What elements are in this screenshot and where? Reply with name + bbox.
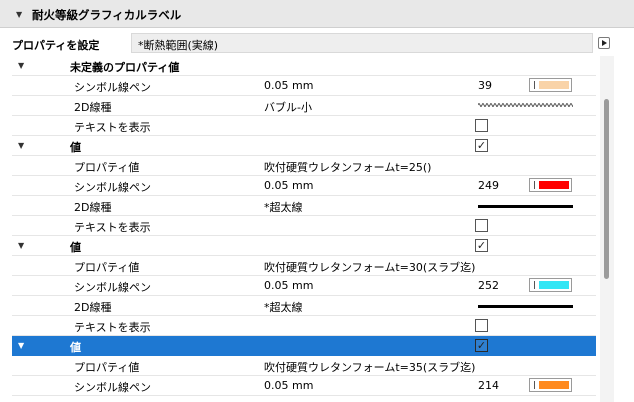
line-type-preview-bubble (478, 103, 573, 107)
row-label: テキストを表示 (74, 221, 151, 234)
pen-number[interactable]: 252 (478, 279, 499, 292)
row-label: プロパティ値 (74, 361, 140, 374)
expand-triangle-icon[interactable]: ▼ (18, 341, 24, 350)
row-label: シンボル線ペン (74, 181, 151, 194)
property-setting-field[interactable]: *断熱範囲(実線) (131, 33, 593, 53)
list-row-check[interactable]: テキストを表示 (12, 116, 596, 136)
list-row-group[interactable]: ▼ 値 ✓ (12, 136, 596, 156)
list-row-group[interactable]: ▼ 値 ✓ (12, 336, 596, 356)
line-type-preview-solid (478, 205, 573, 208)
row-label: シンボル線ペン (74, 381, 151, 394)
swatch-tick (534, 281, 535, 289)
row-label: プロパティ値 (74, 161, 140, 174)
row-label: 2D線種 (74, 201, 112, 214)
line-type-preview-solid (478, 305, 573, 308)
pen-color-swatch[interactable] (529, 278, 572, 292)
list-row-line[interactable]: 2D線種 *超太線 (12, 296, 596, 316)
property-setting-row: プロパティを設定 *断熱範囲(実線) (0, 33, 634, 55)
swatch-fill (539, 181, 569, 189)
vertical-scrollbar[interactable] (600, 56, 614, 402)
list-row-group[interactable]: ▼ 値 ✓ (12, 236, 596, 256)
row-value[interactable]: 0.05 mm (264, 279, 313, 292)
pen-number[interactable]: 249 (478, 179, 499, 192)
list-row-check[interactable]: テキストを表示 (12, 316, 596, 336)
expand-arrow-button[interactable] (598, 37, 610, 49)
group-checkbox[interactable]: ✓ (475, 139, 488, 152)
panel-header[interactable]: ▼ 耐火等級グラフィカルラベル (0, 0, 634, 28)
pen-color-swatch[interactable] (529, 378, 572, 392)
row-value[interactable]: バブル-小 (264, 99, 312, 115)
row-label: シンボル線ペン (74, 81, 151, 94)
list-row-text[interactable]: プロパティ値 吹付硬質ウレタンフォームt=35(スラブ迄) (12, 356, 596, 376)
swatch-fill (539, 381, 569, 389)
pen-color-swatch[interactable] (529, 178, 572, 192)
group-label: 値 (70, 141, 81, 154)
row-value[interactable]: *超太線 (264, 299, 303, 315)
pen-color-swatch[interactable] (529, 78, 572, 92)
row-label: シンボル線ペン (74, 281, 151, 294)
group-checkbox[interactable]: ✓ (475, 239, 488, 252)
expand-triangle-icon[interactable]: ▼ (18, 241, 24, 250)
property-list: ▼ 未定義のプロパティ値シンボル線ペン 0.05 mm 39 2D線種 バブル-小テキスト… (12, 56, 596, 402)
row-label: テキストを表示 (74, 121, 151, 134)
list-row-pen[interactable]: シンボル線ペン 0.05 mm 39 (12, 76, 596, 96)
list-row-pen[interactable]: シンボル線ペン 0.05 mm 249 (12, 176, 596, 196)
property-setting-label: プロパティを設定 (12, 39, 100, 52)
list-row-pen[interactable]: シンボル線ペン 0.05 mm 214 (12, 376, 596, 396)
collapse-triangle-icon[interactable]: ▼ (16, 10, 22, 19)
group-label: 値 (70, 241, 81, 254)
pen-number[interactable]: 214 (478, 379, 499, 392)
row-label: プロパティ値 (74, 261, 140, 274)
swatch-tick (534, 181, 535, 189)
expand-triangle-icon[interactable]: ▼ (18, 61, 24, 70)
list-row-pen[interactable]: シンボル線ペン 0.05 mm 252 (12, 276, 596, 296)
expand-triangle-icon[interactable]: ▼ (18, 141, 24, 150)
show-text-checkbox[interactable] (475, 219, 488, 232)
row-value[interactable]: 0.05 mm (264, 379, 313, 392)
row-label: 2D線種 (74, 301, 112, 314)
swatch-tick (534, 381, 535, 389)
group-checkbox[interactable]: ✓ (475, 339, 488, 352)
row-value[interactable]: 0.05 mm (264, 179, 313, 192)
row-value[interactable]: 吹付硬質ウレタンフォームt=35(スラブ迄) (264, 359, 475, 375)
swatch-tick (534, 81, 535, 89)
list-row-line[interactable]: 2D線種 バブル-小 (12, 96, 596, 116)
row-label: 2D線種 (74, 101, 112, 114)
scrollbar-thumb[interactable] (604, 99, 609, 279)
row-value[interactable]: 吹付硬質ウレタンフォームt=25() (264, 159, 431, 175)
list-row-line[interactable]: 2D線種 *超太線 (12, 196, 596, 216)
property-setting-value: *断熱範囲(実線) (138, 39, 219, 52)
row-label: テキストを表示 (74, 321, 151, 334)
group-label: 値 (70, 341, 81, 354)
show-text-checkbox[interactable] (475, 119, 488, 132)
panel-title: 耐火等級グラフィカルラベル (32, 8, 182, 22)
group-label: 未定義のプロパティ値 (70, 61, 180, 74)
swatch-fill (539, 81, 569, 89)
row-value[interactable]: *超太線 (264, 199, 303, 215)
list-row-group[interactable]: ▼ 未定義のプロパティ値 (12, 56, 596, 76)
list-row-text[interactable]: プロパティ値 吹付硬質ウレタンフォームt=25() (12, 156, 596, 176)
row-value[interactable]: 吹付硬質ウレタンフォームt=30(スラブ迄) (264, 259, 475, 275)
swatch-fill (539, 281, 569, 289)
list-row-text[interactable]: プロパティ値 吹付硬質ウレタンフォームt=30(スラブ迄) (12, 256, 596, 276)
list-row-check[interactable]: テキストを表示 (12, 216, 596, 236)
row-value[interactable]: 0.05 mm (264, 79, 313, 92)
show-text-checkbox[interactable] (475, 319, 488, 332)
pen-number[interactable]: 39 (478, 79, 492, 92)
